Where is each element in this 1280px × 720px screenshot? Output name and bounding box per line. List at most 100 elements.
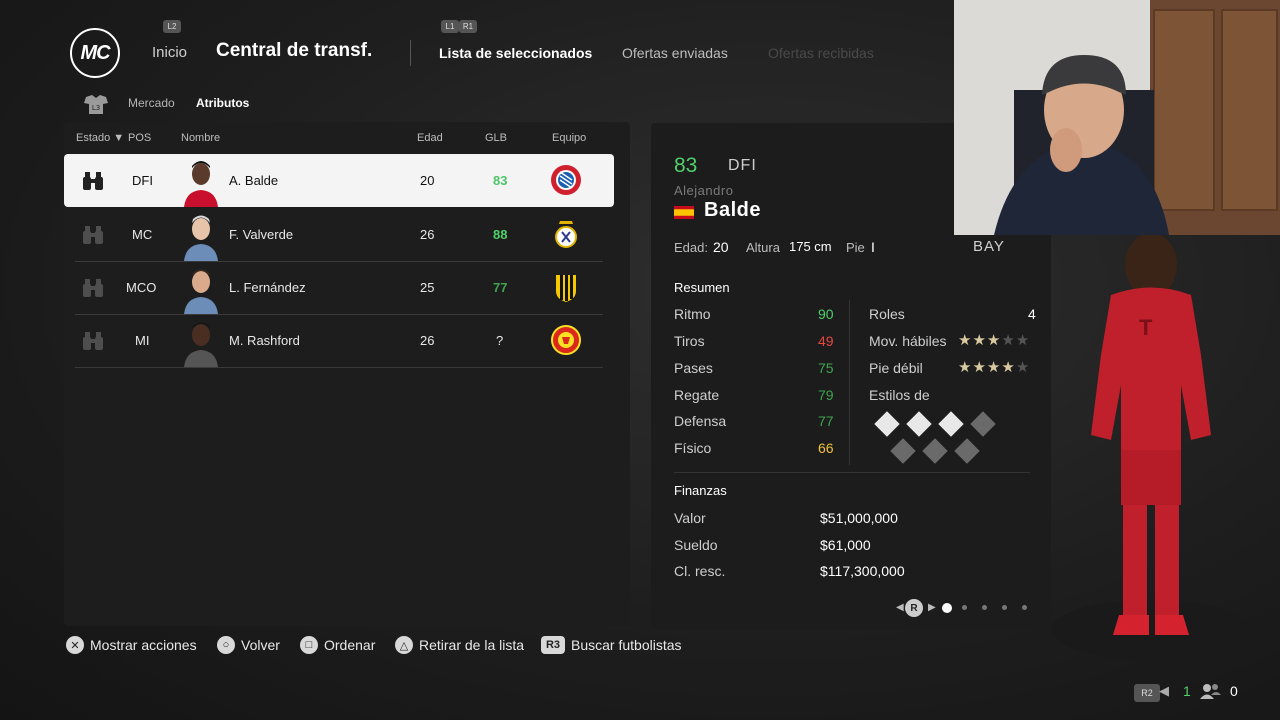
stat-label: Defensa — [674, 413, 727, 429]
star-filled-icon: ★ — [958, 332, 973, 349]
row-age: 26 — [420, 333, 435, 348]
scouting-binoculars-icon — [82, 314, 104, 367]
page-title: Central de transf. — [216, 40, 373, 61]
party-icon — [1199, 683, 1221, 699]
cross-button-icon: ✕ — [66, 636, 84, 654]
scouting-binoculars-icon — [82, 208, 104, 261]
roles-label: Roles — [869, 306, 905, 322]
player-avatar — [184, 158, 218, 207]
penarol-crest-icon — [550, 271, 582, 303]
player-avatar — [184, 212, 218, 261]
stat-label: Ritmo — [674, 306, 711, 322]
man-united-crest-icon — [550, 324, 582, 356]
star-filled-icon: ★ — [972, 332, 987, 349]
player-overall: 83 — [674, 154, 698, 177]
r3-button-icon: R3 — [541, 636, 565, 654]
foot-value: I — [871, 239, 875, 255]
row-age: 25 — [420, 280, 435, 295]
career-mode-logo: MC — [70, 28, 120, 78]
summary-title: Resumen — [674, 280, 730, 295]
l1-hint-icon: L1 — [441, 20, 459, 33]
stat-label: Regate — [674, 387, 720, 403]
row-name: A. Balde — [229, 173, 279, 188]
stat-value: 66 — [818, 440, 834, 456]
height-label: Altura — [746, 240, 780, 255]
bayern-crest-icon — [550, 164, 582, 196]
stat-value: 77 — [818, 413, 834, 429]
action-show-actions[interactable]: ✕ Mostrar acciones — [66, 636, 197, 654]
row-glb: 83 — [493, 173, 508, 188]
r1-hint-icon: R1 — [459, 20, 477, 33]
pager-dot[interactable] — [1002, 605, 1007, 610]
finance-label: Sueldo — [674, 537, 718, 553]
pager-dot[interactable] — [962, 605, 967, 610]
finance-value: $61,000 — [820, 537, 871, 553]
tab-ofertas-enviadas[interactable]: Ofertas enviadas — [622, 45, 728, 61]
star-empty-icon: ★ — [1015, 332, 1031, 349]
player-avatar — [184, 318, 218, 367]
real-madrid-crest-icon — [550, 218, 582, 250]
tab-ofertas-recibidas[interactable]: Ofertas recibidas — [768, 45, 874, 61]
stat-value: 75 — [818, 360, 834, 376]
action-back[interactable]: ○ Volver — [217, 636, 280, 654]
row-pos: MI — [135, 333, 150, 348]
subtab-mercado[interactable]: Mercado — [128, 96, 175, 110]
col-header-estado[interactable]: Estado ▼ — [76, 132, 124, 144]
row-name: M. Rashford — [229, 333, 300, 348]
row-name: F. Valverde — [229, 227, 294, 242]
pager-dot[interactable] — [982, 605, 987, 610]
star-empty-icon: ★ — [1001, 332, 1016, 349]
nav-divider — [410, 40, 411, 66]
party-count: 0 — [1230, 683, 1238, 699]
row-age: 20 — [420, 173, 435, 188]
foot-label: Pie — [846, 240, 865, 255]
finance-label: Cl. resc. — [674, 563, 726, 579]
row-pos: DFI — [132, 173, 153, 188]
table-row[interactable]: MI M. Rashford 26 ? — [75, 314, 603, 368]
age-label: Edad: — [674, 240, 708, 255]
playstyles-label: Estilos de — [869, 387, 930, 403]
col-header-glb: GLB — [485, 132, 508, 144]
section-divider — [674, 472, 1030, 473]
table-row[interactable]: DFI A. Balde 20 83 — [64, 154, 614, 207]
spain-flag-icon — [674, 206, 694, 219]
team-abbr: BAY — [973, 238, 1005, 255]
star-empty-icon: ★ — [1015, 359, 1031, 376]
tab-lista-seleccionados[interactable]: Lista de seleccionados — [439, 45, 592, 61]
table-row[interactable]: MCO L. Fernández 25 77 — [75, 261, 603, 315]
stat-value: 90 — [818, 306, 834, 322]
voice-count: 1 — [1183, 683, 1191, 699]
jersey-icon: L3 — [82, 94, 110, 114]
subtab-atributos[interactable]: Atributos — [196, 96, 249, 110]
pager-dot[interactable] — [942, 603, 952, 613]
player-last-name: Balde — [704, 199, 761, 221]
summary-divider — [849, 300, 850, 465]
pager-left-arrow-icon[interactable]: ◀ — [896, 602, 904, 613]
stat-value: 49 — [818, 333, 834, 349]
pager-dot[interactable] — [1022, 605, 1027, 610]
star-filled-icon: ★ — [986, 359, 1002, 376]
stat-label: Tiros — [674, 333, 705, 349]
skill-moves-label: Mov. hábiles — [869, 333, 947, 349]
action-search-players[interactable]: R3 Buscar futbolistas — [541, 636, 682, 654]
skill-moves-stars: ★★★★★ — [958, 331, 1030, 349]
row-glb: ? — [496, 333, 504, 348]
col-header-edad: Edad — [417, 132, 443, 144]
scouting-binoculars-icon — [82, 154, 104, 207]
stat-label: Físico — [674, 440, 712, 456]
action-remove-from-list[interactable]: △ Retirar de la lista — [395, 636, 524, 654]
pager-right-arrow-icon[interactable]: ▶ — [928, 602, 936, 613]
row-name: L. Fernández — [229, 280, 306, 295]
finance-label: Valor — [674, 510, 706, 526]
square-button-icon: □ — [300, 636, 318, 654]
stat-label: Pases — [674, 360, 713, 376]
action-sort[interactable]: □ Ordenar — [300, 636, 375, 654]
table-row[interactable]: MC F. Valverde 26 88 — [75, 208, 603, 262]
finance-value: $117,300,000 — [820, 563, 905, 579]
star-filled-icon: ★ — [1001, 359, 1016, 376]
row-age: 26 — [420, 227, 435, 242]
action-label: Volver — [241, 637, 280, 653]
nav-inicio[interactable]: Inicio — [152, 44, 187, 61]
col-header-nombre: Nombre — [181, 132, 221, 144]
action-label: Mostrar acciones — [90, 637, 197, 653]
